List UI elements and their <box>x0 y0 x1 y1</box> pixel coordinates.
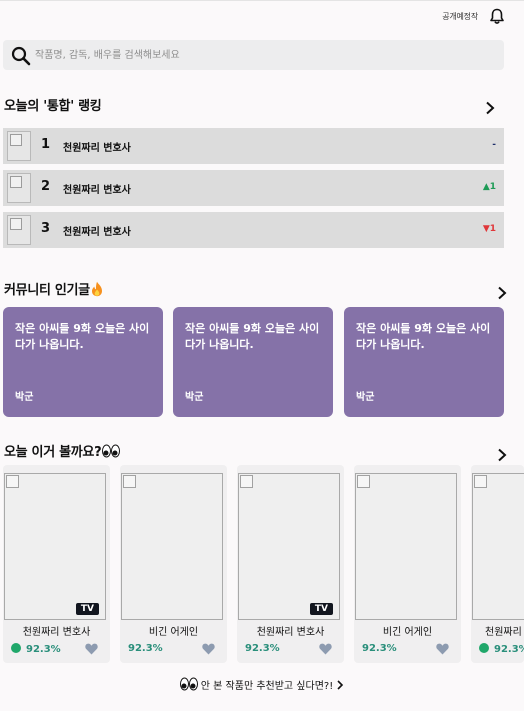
ranking-more-chevron-icon[interactable] <box>485 101 495 115</box>
post-author: 박군 <box>15 392 34 403</box>
recommend-item-title: 비긴 어게인 <box>382 627 433 638</box>
top-bar: 공개예정작 <box>0 0 524 30</box>
ranking-row[interactable]: 1 천원짜리 변호사 - <box>3 128 504 164</box>
recommend-title: 오늘 이거 볼까요? <box>4 441 121 460</box>
recommend-item-title: 천원짜리 변호사 <box>256 627 325 638</box>
poster-image <box>121 473 223 620</box>
post-text: 작은 아씨들 9화 오늘은 사이다가 나옵니다. <box>185 322 320 351</box>
match-score-value: 92.3% <box>128 643 163 654</box>
upcoming-link[interactable]: 공개예정작 <box>442 11 478 22</box>
ranking-row[interactable]: 2 천원짜리 변호사 ▲1 <box>3 170 504 206</box>
chevron-right-icon <box>337 680 344 690</box>
post-author: 박군 <box>185 392 204 403</box>
ranking-item-title: 천원짜리 변호사 <box>63 185 131 196</box>
score-dot-icon <box>479 643 489 653</box>
community-more-chevron-icon[interactable] <box>497 286 507 300</box>
ranking-number: 3 <box>41 221 51 236</box>
recommend-more-chevron-icon[interactable] <box>497 448 507 462</box>
heart-icon[interactable] <box>436 643 449 655</box>
community-post-card[interactable]: 작은 아씨들 9화 오늘은 사이다가 나옵니다. 박군 <box>344 307 504 417</box>
poster-image <box>472 473 524 620</box>
footer-text: 안 본 작품만 추천받고 싶다면?! <box>200 681 334 692</box>
rank-change: ▼1 <box>482 224 496 234</box>
poster-image <box>355 473 457 620</box>
recommend-item[interactable]: 천원짜리 변호사 92.3% <box>471 465 524 663</box>
post-text: 작은 아씨들 9화 오늘은 사이다가 나옵니다. <box>356 322 491 351</box>
recommend-filter-link[interactable]: 안 본 작품만 추천받고 싶다면?! <box>0 677 524 692</box>
ranking-number: 1 <box>41 137 51 152</box>
ranking-thumbnail <box>7 131 31 161</box>
ranking-row[interactable]: 3 천원짜리 변호사 ▼1 <box>3 212 504 248</box>
post-text: 작은 아씨들 9화 오늘은 사이다가 나옵니다. <box>15 322 150 351</box>
poster-image: TV <box>238 473 340 620</box>
match-score: 92.3% <box>128 643 163 654</box>
recommend-item[interactable]: TV 천원짜리 변호사 92.3% <box>3 465 110 663</box>
ranking-item-title: 천원짜리 변호사 <box>63 143 131 154</box>
match-score: 92.3% <box>245 643 280 654</box>
ranking-thumbnail <box>7 173 31 203</box>
match-score-value: 92.3% <box>245 643 280 654</box>
rank-change: - <box>492 140 496 150</box>
tv-badge: TV <box>309 603 333 615</box>
search-input[interactable] <box>35 45 475 65</box>
post-author: 박군 <box>356 392 375 403</box>
recommend-item-title: 천원짜리 변호사 <box>485 627 524 638</box>
heart-icon[interactable] <box>202 643 215 655</box>
heart-icon[interactable] <box>319 643 332 655</box>
recommend-item[interactable]: TV 천원짜리 변호사 92.3% <box>237 465 344 663</box>
eyes-icon <box>179 677 198 691</box>
rank-change: ▲1 <box>482 182 496 192</box>
tv-badge: TV <box>75 603 99 615</box>
ranking-item-title: 천원짜리 변호사 <box>63 227 131 238</box>
search-bar[interactable] <box>3 40 504 70</box>
search-icon <box>11 46 31 66</box>
recommend-item-title: 비긴 어게인 <box>148 627 199 638</box>
recommend-item[interactable]: 비긴 어게인 92.3% <box>354 465 461 663</box>
poster-image: TV <box>4 473 106 620</box>
heart-icon[interactable] <box>85 643 98 655</box>
community-post-card[interactable]: 작은 아씨들 9화 오늘은 사이다가 나옵니다. 박군 <box>173 307 333 417</box>
recommend-item-title: 천원짜리 변호사 <box>22 627 91 638</box>
match-score-value: 92.3% <box>26 644 61 655</box>
match-score: 92.3% <box>479 643 524 655</box>
bell-icon[interactable] <box>489 8 505 25</box>
community-title: 커뮤니티 인기글 <box>4 279 103 298</box>
ranking-number: 2 <box>41 179 51 194</box>
match-score-value: 92.3% <box>494 644 524 655</box>
eyes-icon <box>102 444 121 458</box>
match-score: 92.3% <box>11 643 61 655</box>
community-title-text: 커뮤니티 인기글 <box>4 283 90 298</box>
community-post-card[interactable]: 작은 아씨들 9화 오늘은 사이다가 나옵니다. 박군 <box>3 307 163 417</box>
recommend-title-text: 오늘 이거 볼까요? <box>4 445 102 460</box>
recommend-item[interactable]: 비긴 어게인 92.3% <box>120 465 227 663</box>
score-dot-icon <box>11 643 21 653</box>
match-score: 92.3% <box>362 643 397 654</box>
fire-icon <box>91 281 102 297</box>
match-score-value: 92.3% <box>362 643 397 654</box>
ranking-thumbnail <box>7 215 31 245</box>
ranking-title: 오늘의 '통합' 랭킹 <box>4 99 102 114</box>
